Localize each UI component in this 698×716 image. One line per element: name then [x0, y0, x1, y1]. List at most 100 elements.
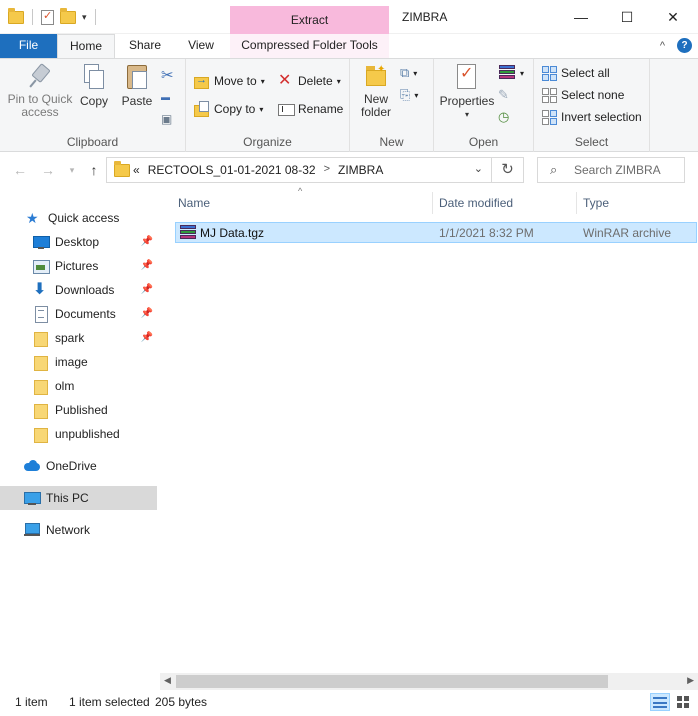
clipboard-group: Pin to Quick access Copy Paste ✂ ▬ ▣ Cli…	[0, 59, 186, 153]
tab-file[interactable]: File	[0, 34, 57, 58]
tab-view[interactable]: View	[176, 34, 226, 58]
rename-label: Rename	[298, 102, 344, 116]
minimize-button[interactable]: —	[558, 0, 604, 34]
address-overflow-chevron[interactable]: «	[133, 163, 140, 177]
large-icons-view-icon	[677, 696, 689, 708]
pictures-icon	[33, 258, 50, 274]
tab-home[interactable]: Home	[57, 34, 115, 58]
forward-button[interactable]: →	[38, 160, 58, 180]
select-none-icon	[542, 87, 557, 103]
horizontal-scrollbar[interactable]: ◀ ▶	[160, 673, 698, 690]
address-bar[interactable]: « RECTOOLS_01-01-2021 08-32 > ZIMBRA ⌄	[106, 157, 492, 183]
nav-quick-access[interactable]: ★ Quick access	[0, 206, 157, 230]
easy-access-button[interactable]: ⎘ ▾	[400, 85, 418, 105]
breadcrumb-zimbra[interactable]: ZIMBRA	[338, 163, 383, 177]
delete-button[interactable]: ✕ Delete ▾	[278, 71, 341, 91]
nav-olm[interactable]: olm	[0, 374, 157, 398]
column-header-name[interactable]: Name	[178, 196, 210, 210]
pin-to-quick-access-button[interactable]: Pin to Quick access	[6, 63, 74, 119]
column-header-type[interactable]: Type	[583, 196, 609, 210]
details-view-icon	[653, 696, 667, 708]
copy-to-button[interactable]: Copy to ▾	[194, 99, 263, 119]
new-item-button[interactable]: ⧉ ▾	[400, 63, 417, 83]
nav-desktop[interactable]: Desktop 📌	[0, 230, 157, 254]
select-all-button[interactable]: Select all	[542, 63, 610, 83]
nav-onedrive[interactable]: OneDrive	[0, 454, 157, 478]
pin-icon[interactable]: 📌	[141, 260, 153, 271]
file-type: WinRAR archive	[583, 226, 672, 240]
copy-label: Copy	[79, 94, 108, 108]
address-dropdown-icon[interactable]: ⌄	[474, 162, 483, 175]
up-button[interactable]: ↑	[84, 160, 104, 180]
onedrive-cloud-icon	[24, 458, 40, 474]
details-view-button[interactable]	[650, 693, 670, 711]
file-row[interactable]: MJ Data.tgz 1/1/2021 8:32 PM WinRAR arch…	[175, 222, 697, 243]
copy-button[interactable]: Copy	[76, 63, 112, 108]
nav-label: Network	[46, 523, 91, 537]
edit-button[interactable]: ✎	[498, 85, 509, 105]
new-folder-button[interactable]: ✦ New folder	[356, 63, 396, 119]
nav-spark[interactable]: spark 📌	[0, 326, 157, 350]
properties-button[interactable]: ✓ Properties ▾	[438, 63, 496, 121]
close-button[interactable]: ✕	[650, 0, 696, 34]
pin-icon[interactable]: 📌	[141, 308, 153, 319]
history-icon: ◷	[498, 109, 510, 124]
properties-label: Properties	[439, 94, 495, 108]
history-button[interactable]: ◷	[498, 107, 509, 127]
properties-icon[interactable]	[41, 9, 54, 25]
file-list: ^ Name Date modified Type MJ Data.tgz 1/…	[160, 186, 698, 690]
ribbon: Pin to Quick access Copy Paste ✂ ▬ ▣ Cli…	[0, 58, 698, 153]
scrollbar-thumb[interactable]	[176, 675, 608, 688]
tab-compressed-folder-tools[interactable]: Compressed Folder Tools	[230, 34, 389, 58]
nav-published[interactable]: Published	[0, 398, 157, 422]
recent-locations-dropdown[interactable]: ▾	[62, 160, 82, 180]
clipboard-group-label: Clipboard	[66, 135, 119, 149]
open-group: ✓ Properties ▾ ▾ ✎ ◷ Open	[434, 59, 534, 153]
breadcrumb-separator[interactable]: >	[324, 163, 330, 177]
folder-icon	[8, 7, 24, 24]
cut-button[interactable]: ✂	[161, 65, 174, 85]
column-divider[interactable]	[576, 192, 577, 214]
nav-image[interactable]: image	[0, 350, 157, 374]
paste-button[interactable]: Paste	[118, 63, 156, 108]
customize-toolbar-dropdown-icon[interactable]: ▾	[82, 12, 87, 23]
breadcrumb-rectools[interactable]: RECTOOLS_01-01-2021 08-32	[148, 163, 316, 177]
copy-path-icon: ▬	[161, 92, 170, 102]
invert-selection-button[interactable]: Invert selection	[542, 107, 642, 127]
tab-share[interactable]: Share	[118, 34, 172, 58]
nav-downloads[interactable]: ⬇ Downloads 📌	[0, 278, 157, 302]
nav-label: image	[55, 355, 88, 369]
paste-shortcut-button[interactable]: ▣	[161, 109, 172, 129]
documents-icon	[33, 306, 49, 323]
nav-pictures[interactable]: Pictures 📌	[0, 254, 157, 278]
column-divider[interactable]	[432, 192, 433, 214]
window-title: ZIMBRA	[402, 10, 448, 24]
rename-button[interactable]: Rename	[278, 99, 343, 119]
nav-this-pc[interactable]: This PC	[0, 486, 157, 510]
ribbon-tabs: File Home Share View Compressed Folder T…	[0, 34, 698, 58]
help-icon[interactable]: ?	[677, 38, 692, 53]
select-all-icon	[542, 65, 557, 81]
folder-icon	[33, 354, 49, 371]
select-group-label: Select	[574, 135, 609, 149]
nav-documents[interactable]: Documents 📌	[0, 302, 157, 326]
pin-icon[interactable]: 📌	[141, 332, 153, 343]
select-none-button[interactable]: Select none	[542, 85, 624, 105]
column-header-date-modified[interactable]: Date modified	[439, 196, 513, 210]
refresh-button[interactable]: ↻	[492, 157, 524, 183]
new-folder-icon[interactable]	[60, 7, 76, 24]
large-icons-view-button[interactable]	[673, 693, 693, 711]
nav-network[interactable]: Network	[0, 518, 157, 542]
pin-icon[interactable]: 📌	[141, 236, 153, 247]
scroll-left-icon[interactable]: ◀	[164, 675, 171, 686]
search-input[interactable]	[574, 162, 682, 178]
move-to-button[interactable]: Move to▾	[194, 71, 265, 91]
maximize-button[interactable]: ☐	[604, 0, 650, 34]
open-button[interactable]: ▾	[498, 63, 524, 83]
copy-path-button[interactable]: ▬	[161, 87, 170, 107]
back-button[interactable]: ←	[10, 160, 30, 180]
ribbon-collapse-icon[interactable]: ^	[660, 40, 665, 52]
scroll-right-icon[interactable]: ▶	[687, 675, 694, 686]
pin-icon[interactable]: 📌	[141, 284, 153, 295]
nav-unpublished[interactable]: unpublished	[0, 422, 157, 446]
